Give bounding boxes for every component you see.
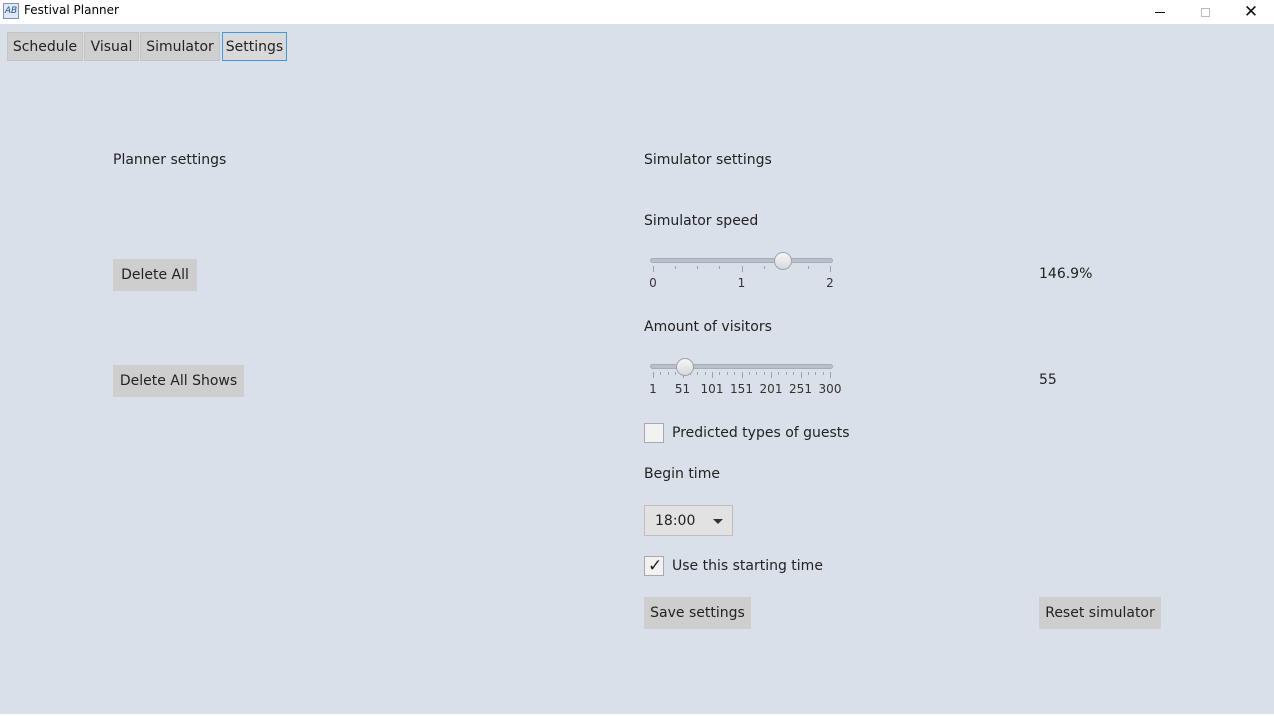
slider-tick <box>719 372 721 375</box>
slider-tick <box>748 372 750 375</box>
simulator-settings-heading: Simulator settings <box>644 152 772 168</box>
simulator-speed-slider[interactable]: 0 1 2 <box>649 250 834 296</box>
save-settings-button[interactable]: Save settings <box>644 597 751 629</box>
slider-tick-label: 201 <box>759 382 783 396</box>
maximize-button[interactable] <box>1182 0 1228 24</box>
minimize-icon <box>1155 11 1165 13</box>
slider-tick-label: 300 <box>818 382 842 396</box>
slider-tick-label: 1 <box>649 382 657 396</box>
app-icon: AB <box>3 3 19 19</box>
slider-tick <box>697 266 699 269</box>
slider-tick <box>726 372 728 375</box>
slider-tick <box>667 372 669 375</box>
delete-all-button[interactable]: Delete All <box>113 259 197 291</box>
slider-tick <box>697 372 699 375</box>
slider-tick <box>712 372 713 378</box>
visitors-value: 55 <box>1039 372 1057 388</box>
slider-tick <box>778 372 780 375</box>
maximize-icon <box>1200 7 1210 17</box>
slider-track[interactable] <box>650 258 833 263</box>
simulator-speed-label: Simulator speed <box>644 213 759 229</box>
slider-tick <box>719 266 721 269</box>
slider-tick <box>763 266 765 269</box>
slider-tick <box>653 266 654 272</box>
predicted-guests-label: Predicted types of guests <box>672 425 850 441</box>
slider-tick <box>793 372 795 375</box>
chevron-down-icon <box>713 519 723 524</box>
reset-simulator-button[interactable]: Reset simulator <box>1039 597 1161 629</box>
tab-simulator[interactable]: Simulator <box>140 32 220 61</box>
slider-tick <box>660 372 662 375</box>
tab-label: Simulator <box>146 38 214 55</box>
slider-tick <box>741 266 743 272</box>
begin-time-select[interactable]: 18:00 <box>644 505 733 536</box>
title-bar: AB Festival Planner ✕ <box>0 0 1274 24</box>
slider-tick-label: 51 <box>674 382 691 396</box>
slider-thumb[interactable] <box>675 358 694 376</box>
slider-tick-label: 2 <box>826 276 834 290</box>
visitors-label: Amount of visitors <box>644 319 772 335</box>
slider-tick <box>675 372 677 375</box>
slider-thumb[interactable] <box>774 252 792 270</box>
slider-tick <box>822 372 824 375</box>
tab-label: Visual <box>90 38 133 55</box>
slider-tick <box>807 266 809 269</box>
planner-settings-heading: Planner settings <box>113 152 227 168</box>
minimize-button[interactable] <box>1137 0 1183 24</box>
visitors-slider[interactable]: 1 51 101 151 201 251 300 <box>649 356 841 402</box>
begin-time-label: Begin time <box>644 466 720 482</box>
use-starting-time-label: Use this starting time <box>672 558 823 574</box>
close-icon: ✕ <box>1243 1 1259 22</box>
slider-tick-label: 151 <box>730 382 753 396</box>
slider-tick <box>800 372 802 378</box>
slider-tick <box>675 266 677 269</box>
simulator-speed-value: 146.9% <box>1039 266 1093 282</box>
close-button[interactable]: ✕ <box>1228 0 1274 24</box>
tab-label: Schedule <box>12 38 78 55</box>
slider-tick <box>830 266 831 272</box>
slider-tick-label: 1 <box>737 276 746 290</box>
slider-tick <box>815 372 817 375</box>
predicted-guests-checkbox[interactable] <box>644 423 664 443</box>
slider-tick <box>704 372 706 375</box>
slider-tick <box>763 372 765 375</box>
slider-tick <box>807 372 809 375</box>
begin-time-selected-value: 18:00 <box>655 513 696 529</box>
checkmark-icon: ✓ <box>648 556 663 576</box>
slider-tick-label: 101 <box>700 382 724 396</box>
slider-tick <box>771 372 772 378</box>
slider-tick <box>653 372 654 378</box>
slider-tick <box>756 372 758 375</box>
tab-label: Settings <box>225 38 284 55</box>
use-starting-time-checkbox[interactable]: ✓ <box>644 556 664 576</box>
slider-tick <box>734 372 736 375</box>
tab-schedule[interactable]: Schedule <box>7 32 83 61</box>
tab-visual[interactable]: Visual <box>84 32 139 61</box>
window-title: Festival Planner <box>24 3 119 17</box>
tab-settings[interactable]: Settings <box>222 32 287 61</box>
slider-tick-label: 0 <box>649 276 657 290</box>
slider-tick <box>785 372 787 375</box>
delete-all-shows-button[interactable]: Delete All Shows <box>113 365 244 397</box>
slider-tick <box>741 372 743 378</box>
slider-tick <box>830 372 831 378</box>
slider-tick-label: 251 <box>789 382 812 396</box>
